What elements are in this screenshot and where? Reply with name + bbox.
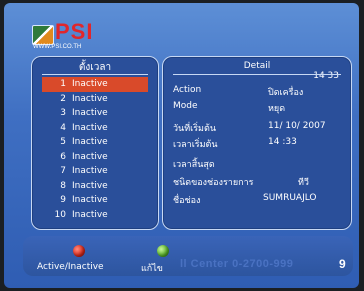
timer-row[interactable]: 10 Inactive [42, 208, 148, 223]
timer-status: Inactive [72, 93, 108, 104]
timer-row[interactable]: 7 Inactive [42, 164, 148, 179]
red-button-icon[interactable] [73, 245, 85, 257]
timer-number: 3 [60, 108, 66, 118]
call-center-last-digit: 9 [339, 257, 346, 271]
timer-row[interactable]: 9 Inactive [42, 193, 148, 208]
detail-label: เวลาสิ้นสุด [173, 160, 215, 170]
timer-number: 4 [60, 122, 66, 133]
timer-status: Inactive [72, 122, 108, 133]
detail-label: ชื่อช่อง [173, 196, 201, 206]
timer-list-title: ตั้งเวลา [78, 62, 112, 73]
timer-status: Inactive [72, 166, 108, 176]
tv-screen: PSI WWW.PSI.CO.TH ตั้งเวลา 1 Inactive 2 Ina… [4, 3, 359, 288]
detail-value: ทีวี [298, 178, 309, 188]
bottom-button-bar: Active/Inactive แก้ไข ll Center 0-2700-9… [23, 236, 353, 276]
detail-row: Action ปิดเครื่อง [173, 85, 343, 99]
timer-status: Inactive [72, 180, 108, 191]
detail-value: 14 :33 [268, 137, 297, 147]
title-divider [42, 74, 148, 75]
timer-row[interactable]: 5 Inactive [42, 135, 148, 150]
detail-row: เวลาเริ่มต้น 14 :33 [173, 137, 343, 151]
active-inactive-label: Active/Inactive [37, 262, 104, 272]
timer-status: Inactive [72, 79, 108, 89]
detail-label: วันที่เริ่มต้น [173, 124, 216, 134]
call-center-text: ll Center 0-2700-999 [180, 258, 294, 270]
detail-value: SUMRUAJLO [263, 193, 317, 203]
psi-logo: PSI WWW.PSI.CO.TH [32, 19, 142, 51]
timer-status: Inactive [72, 195, 108, 205]
timer-number: 2 [60, 93, 66, 104]
timer-number: 1 [60, 79, 66, 89]
timer-row[interactable]: 2 Inactive [42, 92, 148, 107]
timer-number: 7 [60, 166, 66, 176]
timer-status: Inactive [72, 108, 108, 118]
detail-row: ชื่อช่อง SUMRUAJLO [173, 193, 343, 207]
title-divider [173, 74, 341, 75]
clock: 14 33 [313, 71, 339, 81]
detail-row: วันที่เริ่มต้น 11/ 10/ 2007 [173, 121, 343, 135]
timer-number: 6 [60, 151, 66, 162]
detail-title: Detail [243, 61, 271, 71]
timer-row[interactable]: 8 Inactive [42, 179, 148, 194]
timer-row[interactable]: 1 Inactive [42, 77, 148, 92]
timer-status: Inactive [72, 209, 108, 220]
detail-row: Mode หยุด [173, 101, 343, 115]
detail-value: หยุด [268, 104, 286, 114]
detail-label: Action [173, 85, 202, 95]
detail-label: ชนิดของช่องรายการ [173, 178, 254, 188]
timer-number: 10 [54, 209, 66, 220]
timer-list: 1 Inactive 2 Inactive 3 Inactive 4 Inactive 5 Ina… [42, 77, 148, 222]
detail-panel: Detail 14 33 Action ปิดเครื่อง Mode หยุดวัน… [162, 56, 352, 230]
edit-label: แก้ไข [141, 264, 163, 274]
timer-status: Inactive [72, 151, 108, 162]
timer-row[interactable]: 4 Inactive [42, 121, 148, 136]
green-button-icon[interactable] [157, 245, 169, 257]
timer-number: 9 [60, 195, 66, 205]
detail-label: เวลาเริ่มต้น [173, 140, 218, 150]
timer-number: 5 [60, 137, 66, 147]
detail-value: ปิดเครื่อง [268, 88, 304, 98]
logo-mark-icon [32, 25, 54, 45]
timer-row[interactable]: 3 Inactive [42, 106, 148, 121]
timer-list-panel: ตั้งเวลา 1 Inactive 2 Inactive 3 Inactive 4 Ina… [31, 56, 159, 230]
brand-url: WWW.PSI.CO.TH [33, 44, 82, 50]
brand-name: PSI [55, 19, 94, 44]
detail-row: เวลาสิ้นสุด [173, 157, 343, 171]
timer-number: 8 [60, 180, 66, 191]
timer-row[interactable]: 6 Inactive [42, 150, 148, 165]
timer-status: Inactive [72, 137, 108, 147]
detail-row: ชนิดของช่องรายการ ทีวี [173, 175, 343, 189]
detail-label: Mode [173, 101, 198, 111]
detail-value: 11/ 10/ 2007 [268, 121, 326, 131]
